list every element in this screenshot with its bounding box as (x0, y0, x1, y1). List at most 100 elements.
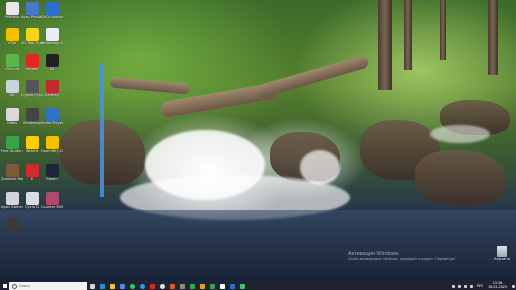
desktop-icon[interactable]: Free Studio Manager (1, 136, 23, 153)
desktop-icon[interactable]: Yandex (21, 54, 43, 71)
desktop-icon[interactable]: WhatsApp Ustaw (41, 28, 63, 45)
desktop-icon[interactable]: Bentley (41, 80, 63, 97)
activation-watermark: Активация Windows Чтобы активировать Win… (348, 251, 457, 261)
app-icon (45, 80, 59, 93)
windows-logo-icon (2, 284, 7, 288)
desktop-icon[interactable]: uTorrent (1, 54, 23, 71)
taskbar-app[interactable] (157, 282, 167, 290)
app-icon (25, 192, 39, 205)
taskbar: Поиск РУС 15:56 18.01.2025 (0, 282, 516, 290)
desktop-icon[interactable]: Crypto Cryptio (21, 80, 43, 97)
tree-trunk (404, 0, 412, 70)
taskbar-app[interactable] (217, 282, 227, 290)
language-indicator[interactable]: РУС (475, 284, 485, 288)
skype-icon (139, 283, 145, 289)
app-icon (5, 54, 19, 67)
desktop-icon-label: K (30, 177, 34, 181)
desktop-icon-label: DVD Uninstaller (41, 15, 63, 19)
taskbar-app[interactable] (197, 282, 207, 290)
taskbar-app[interactable] (227, 282, 237, 290)
desktop-icon[interactable]: Ayan Photo Composer (21, 2, 43, 19)
log (109, 76, 191, 95)
desktop-icon[interactable]: Steam (41, 164, 63, 181)
opera-icon (159, 283, 165, 289)
watermark-text: Чтобы активировать Windows, перейдите в … (348, 257, 457, 261)
log (255, 54, 370, 99)
desktop-icon[interactable]: 3D Tool Gravity (21, 28, 43, 45)
clock[interactable]: 15:56 18.01.2025 (485, 282, 510, 289)
river-water (0, 210, 516, 282)
desktop-icon[interactable]: DVD Uninstaller (41, 2, 63, 19)
desktop-icon-label: Yandex (25, 67, 39, 71)
desktop-icon[interactable]: K (21, 164, 43, 181)
app-icon (179, 283, 185, 289)
search-box[interactable]: Поиск (9, 282, 87, 290)
app-icon (199, 283, 205, 289)
desktop-icon[interactable]: Mc (1, 80, 23, 97)
desktop-icon[interactable]: Radio Player (41, 108, 63, 125)
app-icon (25, 108, 39, 121)
taskbar-app[interactable] (87, 282, 97, 290)
desktop-icon-label: Crypto Cryptio (21, 93, 43, 97)
search-icon (12, 283, 17, 289)
taskbar-app[interactable] (127, 282, 137, 290)
recycle-bin[interactable]: Корзина (494, 246, 510, 261)
tree-trunk (440, 0, 446, 60)
taskbar-app[interactable] (207, 282, 217, 290)
app-icon (189, 283, 195, 289)
app-icon (5, 218, 19, 231)
taskbar-app[interactable] (117, 282, 127, 290)
whatsapp-icon (129, 283, 135, 289)
taskbar-app[interactable] (167, 282, 177, 290)
app-icon (25, 136, 39, 149)
desktop-icon-label: 3D Tool Gravity (21, 41, 43, 45)
explorer-icon (109, 283, 115, 289)
desktop-icon[interactable]: Ayan Gaming (1, 192, 23, 209)
desktop-icon[interactable]: Counter MOBILE (41, 192, 63, 209)
start-button[interactable] (0, 282, 9, 290)
taskbar-app[interactable] (147, 282, 157, 290)
desktop-icon[interactable]: Cyclo D (21, 192, 43, 209)
app-icon (45, 54, 59, 67)
desktop-icon[interactable]: Portfolio (1, 2, 23, 19)
taskbar-app[interactable] (177, 282, 187, 290)
desktop-icon-label: Ayan Photo Composer (21, 15, 43, 19)
app-icon (209, 283, 215, 289)
desktop-icon[interactable]: X4 (41, 54, 63, 71)
app-icon (5, 2, 19, 15)
notification-icon[interactable] (510, 282, 516, 290)
desktop-icon[interactable]: Wizard (21, 136, 43, 153)
app-icon (45, 192, 59, 205)
taskbar-app[interactable] (107, 282, 117, 290)
taskbar-app[interactable] (137, 282, 147, 290)
rock (415, 150, 505, 205)
system-tray: РУС 15:56 18.01.2025 (451, 282, 516, 290)
app-icon (45, 136, 59, 149)
desktop-icon[interactable] (1, 218, 23, 231)
taskbar-apps (87, 282, 247, 290)
desktop-icon-label: Portfolio (4, 15, 20, 19)
desktop-icon[interactable]: Geometry Dash Lite (41, 136, 63, 153)
desktop-icon-label: X4 (49, 67, 55, 71)
desktop-wallpaper (0, 0, 516, 282)
desktop-icon[interactable]: Whatsapp (21, 108, 43, 125)
waterfall-foam (430, 125, 490, 143)
taskbar-app[interactable] (187, 282, 197, 290)
desktop-icon-label: WhatsApp Ustaw (41, 41, 63, 45)
app-icon (25, 80, 39, 93)
app-icon (239, 283, 245, 289)
task-view-icon (89, 283, 95, 289)
desktop-icon-label: Wizard (25, 149, 39, 153)
desktop-icon[interactable]: uTile (1, 28, 23, 45)
desktop-icon[interactable]: Gibbs (1, 108, 23, 125)
app-icon (45, 28, 59, 41)
app-icon (219, 283, 225, 289)
desktop-icon-label: Radio Player (41, 121, 63, 125)
desktop-icon-label: Steam (46, 177, 58, 181)
taskbar-app[interactable] (237, 282, 247, 290)
tree-trunk (488, 0, 498, 75)
taskbar-app[interactable] (97, 282, 107, 290)
desktop-icon[interactable]: Zombies Ratho (1, 164, 23, 181)
app-icon (5, 192, 19, 205)
waterfall-foam (300, 150, 340, 185)
